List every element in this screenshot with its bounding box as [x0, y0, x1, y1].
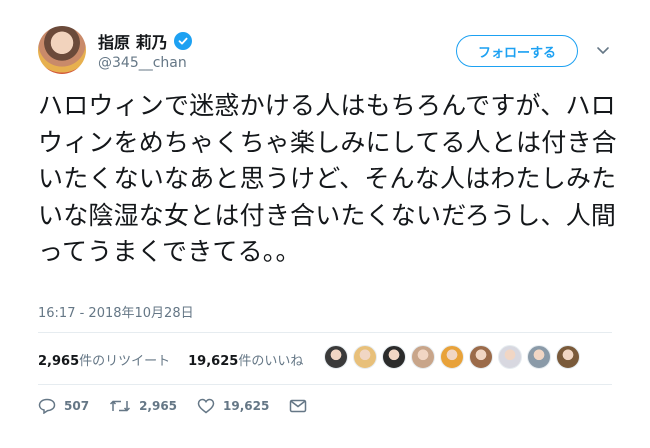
liker-avatar[interactable]	[411, 345, 435, 369]
liker-avatar[interactable]	[440, 345, 464, 369]
divider	[38, 384, 612, 385]
like-stat-label: 件のいいね	[238, 354, 304, 369]
avatar[interactable]	[38, 26, 86, 74]
retweet-icon	[110, 400, 131, 412]
retweet-stat-label: 件のリツイート	[79, 354, 171, 369]
tweet-timestamp[interactable]: 16:17 - 2018年10月28日	[38, 302, 194, 321]
verified-badge-icon	[173, 32, 192, 50]
like-count: 19,625	[223, 399, 270, 413]
retweet-stat-count: 2,965	[38, 354, 80, 369]
direct-message-button[interactable]	[289, 399, 315, 413]
chevron-down-icon[interactable]	[596, 46, 610, 56]
retweet-stat[interactable]: 2,965件のリツイート	[38, 350, 170, 369]
reply-button[interactable]: 507	[38, 398, 89, 414]
action-bar: 507 2,965 19,625	[38, 398, 335, 414]
liker-avatar[interactable]	[382, 345, 406, 369]
tweet-text: ハロウィンで迷惑かける人はもちろんですが、ハロウィンをめちゃくちゃ楽しみにしてる…	[38, 91, 617, 267]
display-name[interactable]: 指原 莉乃	[98, 29, 168, 53]
engagement-stats: 2,965件のリツイート 19,625件のいいね	[38, 350, 303, 369]
liker-avatar[interactable]	[469, 345, 493, 369]
like-button[interactable]: 19,625	[197, 398, 269, 414]
like-stat[interactable]: 19,625件のいいね	[188, 350, 303, 369]
liker-avatar[interactable]	[556, 345, 580, 369]
reply-count: 507	[64, 399, 90, 413]
retweet-button[interactable]: 2,965	[109, 398, 177, 414]
divider	[38, 332, 612, 333]
name-row: 指原 莉乃	[98, 29, 192, 53]
liker-avatar[interactable]	[498, 345, 522, 369]
follow-button[interactable]: フォローする	[456, 35, 578, 67]
like-stat-count: 19,625	[188, 354, 239, 369]
heart-icon	[197, 398, 215, 414]
liker-avatar[interactable]	[324, 345, 348, 369]
user-handle[interactable]: @345__chan	[98, 55, 187, 71]
retweet-count: 2,965	[139, 399, 178, 413]
liker-avatar[interactable]	[353, 345, 377, 369]
liker-avatars	[324, 345, 580, 369]
envelope-icon	[290, 399, 307, 413]
reply-icon	[38, 398, 56, 414]
liker-avatar[interactable]	[527, 345, 551, 369]
